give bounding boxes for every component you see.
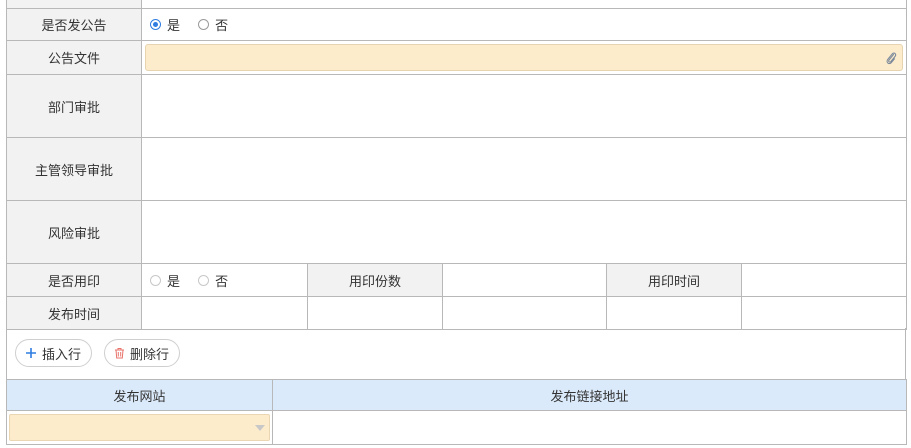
delete-row-button[interactable]: 删除行 xyxy=(104,339,181,367)
seal-copies-field xyxy=(442,263,607,297)
publish-notice-label: 是否发公告 xyxy=(6,8,142,41)
publish-site-header-row: 发布网站 发布链接地址 xyxy=(6,379,907,411)
empty-cell xyxy=(606,296,742,330)
use-seal-label: 是否用印 xyxy=(6,263,142,297)
radio-label: 是 xyxy=(167,19,181,34)
publish-time-label: 发布时间 xyxy=(6,296,142,330)
use-seal-radio-group: 是 否 xyxy=(141,263,308,297)
seal-copies-label: 用印份数 xyxy=(307,263,443,297)
leader-approval-field xyxy=(140,137,908,201)
radio-label: 是 xyxy=(167,274,181,290)
delete-row-label: 删除行 xyxy=(130,347,170,363)
trash-icon xyxy=(114,347,125,359)
radio-unchecked-icon xyxy=(198,274,210,286)
link-address-field[interactable] xyxy=(272,410,907,445)
use-seal-no-radio[interactable]: 否 xyxy=(198,271,228,290)
row-leader-approval: 主管领导审批 xyxy=(6,137,908,201)
publish-notice-radio-group: 是 否 xyxy=(140,8,908,41)
empty-cell xyxy=(442,296,607,330)
radio-unchecked-icon xyxy=(198,19,210,30)
use-seal-yes-radio[interactable]: 是 xyxy=(150,271,180,290)
row-publish-time: 发布时间 xyxy=(6,296,908,330)
paperclip-icon[interactable] xyxy=(885,50,897,66)
radio-checked-icon xyxy=(150,19,161,30)
publish-time-field xyxy=(141,296,308,330)
risk-approval-label: 风险审批 xyxy=(6,200,142,264)
partial-top-row xyxy=(6,0,908,9)
row-use-seal: 是否用印 是 否 用印份数 用印时间 xyxy=(6,263,908,297)
chevron-down-icon xyxy=(255,425,265,431)
partial-field-cell xyxy=(140,0,908,9)
notice-file-upload-field[interactable] xyxy=(145,44,904,71)
row-dept-approval: 部门审批 xyxy=(6,74,908,138)
row-risk-approval: 风险审批 xyxy=(6,200,908,264)
publish-site-select[interactable] xyxy=(9,414,270,441)
seal-time-label: 用印时间 xyxy=(606,263,742,297)
radio-unchecked-icon xyxy=(150,274,161,286)
risk-approval-field xyxy=(140,200,908,264)
publish-site-table: 发布网站 发布链接地址 xyxy=(6,379,907,445)
empty-cell xyxy=(740,296,908,330)
leader-approval-label: 主管领导审批 xyxy=(6,137,142,201)
plus-icon xyxy=(25,347,37,359)
radio-label: 否 xyxy=(215,274,229,290)
empty-cell xyxy=(307,296,443,330)
column-header-link: 发布链接地址 xyxy=(272,379,907,411)
row-toolbar: 插入行 删除行 xyxy=(6,328,906,379)
table-row xyxy=(6,410,907,445)
dept-approval-label: 部门审批 xyxy=(6,74,142,138)
insert-row-button[interactable]: 插入行 xyxy=(15,339,93,367)
insert-row-label: 插入行 xyxy=(42,347,82,363)
dept-approval-field xyxy=(140,74,908,138)
site-cell xyxy=(6,410,273,445)
publish-notice-yes-radio[interactable]: 是 xyxy=(150,15,180,34)
row-notice-file: 公告文件 xyxy=(6,40,908,75)
radio-label: 否 xyxy=(215,19,229,34)
approval-form-table: 是否发公告 是 否 公告文件 部门审批 主管领导审批 风险审批 是否用印 是 否… xyxy=(6,0,908,330)
notice-file-label: 公告文件 xyxy=(6,40,142,75)
partial-label-cell xyxy=(6,0,142,9)
seal-time-field xyxy=(740,263,908,297)
notice-file-cell xyxy=(140,40,908,75)
column-header-site: 发布网站 xyxy=(6,379,273,411)
publish-notice-no-radio[interactable]: 否 xyxy=(198,15,228,34)
row-publish-notice: 是否发公告 是 否 xyxy=(6,8,908,41)
